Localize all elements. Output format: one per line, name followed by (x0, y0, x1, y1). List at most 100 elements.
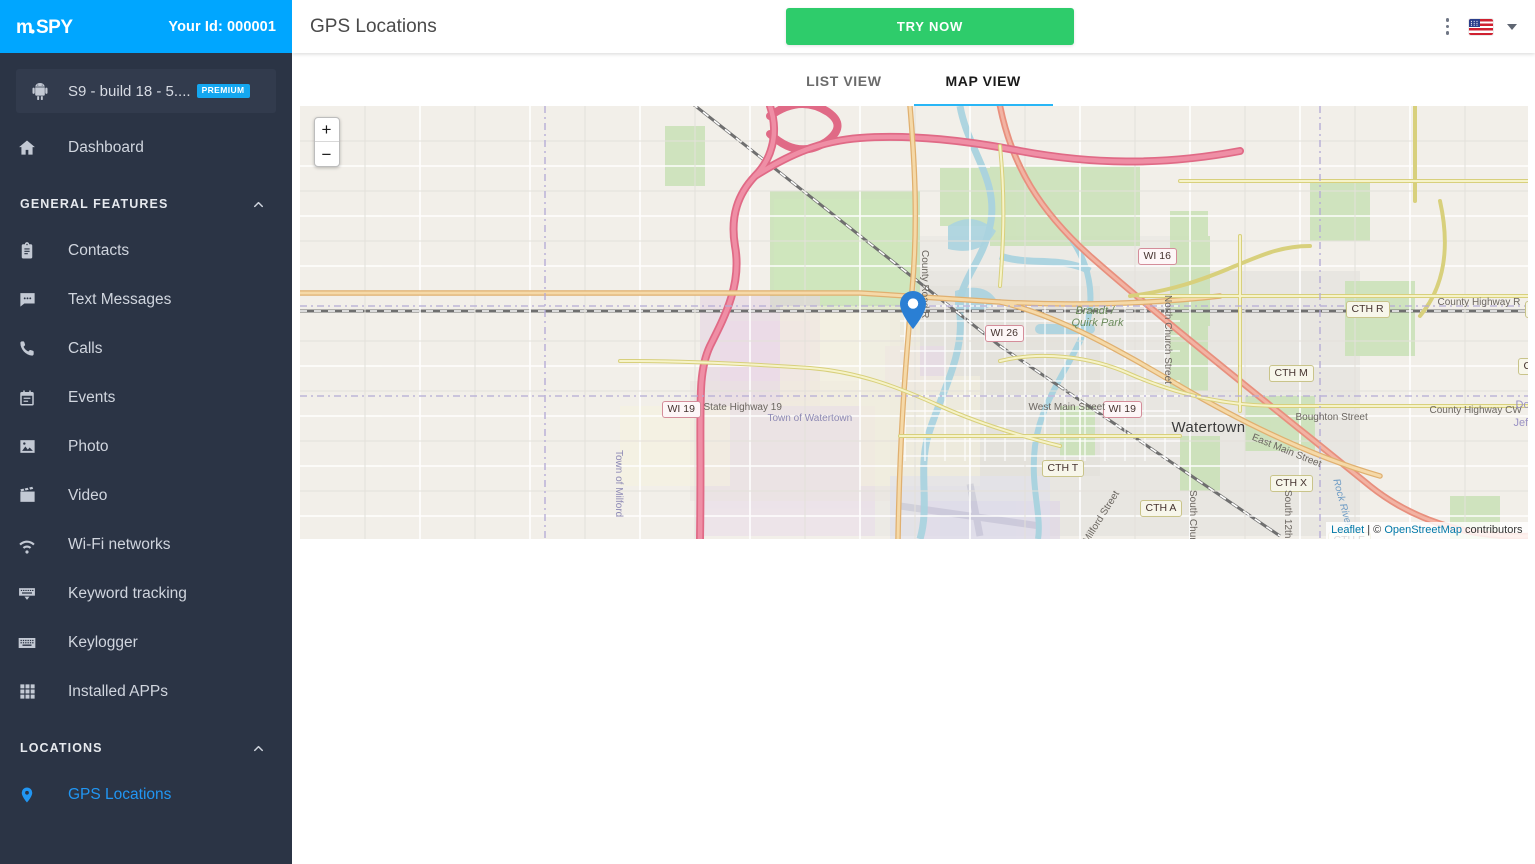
phone-icon (14, 336, 40, 362)
map-area-label: Town of Watertown (768, 414, 853, 424)
sidebar-item-label: Calls (68, 341, 102, 357)
attribution-suffix: contributors (1462, 524, 1523, 536)
premium-badge: PREMIUM (197, 84, 250, 97)
osm-link[interactable]: OpenStreetMap (1384, 524, 1462, 536)
svg-text:m: m (16, 17, 32, 38)
map-area-label: Brandt / (1076, 306, 1115, 317)
sidebar-item-label: Events (68, 390, 115, 406)
group-title: LOCATIONS (20, 741, 103, 755)
sidebar-group-general-features[interactable]: GENERAL FEATURES (0, 182, 292, 226)
sidebar-item-label: Text Messages (68, 292, 171, 308)
wifi-icon (14, 532, 40, 558)
zoom-controls: + − (314, 117, 340, 167)
sidebar-item-label: Dashboard (68, 140, 144, 156)
leaflet-map[interactable]: WI 16 WI 26 WI 19 WI 19 CTH R CTH EM CTH… (300, 106, 1528, 539)
sidebar-item-label: Wi-Fi networks (68, 537, 170, 553)
logo-icon: m SPY (16, 16, 90, 38)
map-shield: WI 19 (662, 401, 701, 418)
map-shield: CTH EM (1525, 301, 1528, 318)
home-icon (14, 135, 40, 161)
sidebar-item-label: Keyword tracking (68, 586, 187, 602)
view-tabs: LIST VIEW MAP VIEW (292, 53, 1535, 106)
sidebar-nav: Dashboard GENERAL FEATURES Contacts Text… (0, 119, 292, 864)
sidebar-item-keylogger[interactable]: Keylogger (0, 618, 292, 667)
map-street-label: Boughton Street (1296, 413, 1368, 423)
group-title: GENERAL FEATURES (20, 197, 168, 211)
apps-grid-icon (14, 679, 40, 705)
tab-map-view[interactable]: MAP VIEW (914, 74, 1053, 106)
sidebar-item-installed-apps[interactable]: Installed APPs (0, 667, 292, 716)
map-shield: WI 26 (985, 325, 1024, 342)
map-container: WI 16 WI 26 WI 19 WI 19 CTH R CTH EM CTH… (300, 106, 1528, 539)
sidebar-item-label: Keylogger (68, 635, 138, 651)
sidebar-item-label: Video (68, 488, 107, 504)
sidebar-item-text-messages[interactable]: Text Messages (0, 275, 292, 324)
topbar-actions (1440, 14, 1518, 39)
device-name: S9 - build 18 - 5.... (68, 83, 191, 100)
android-icon (26, 82, 54, 100)
map-area-label: Jefferson County (1514, 418, 1528, 429)
device-selector[interactable]: S9 - build 18 - 5.... PREMIUM (16, 69, 276, 113)
sidebar-item-video[interactable]: Video (0, 471, 292, 520)
sidebar: m SPY Your Id: 000001 S9 - build 18 - 5.… (0, 0, 292, 864)
sidebar-item-dashboard[interactable]: Dashboard (0, 123, 292, 172)
map-street-label: West Main Street (1029, 403, 1106, 413)
map-shield: CTH T (1042, 460, 1085, 477)
map-street-label: County Highway R (1438, 298, 1521, 308)
calendar-icon (14, 385, 40, 411)
account-id: Your Id: 000001 (168, 19, 276, 35)
map-area-label: Town of Milford (613, 450, 623, 517)
main-area: GPS Locations TRY NOW LIST VIEW MAP VIEW (292, 0, 1535, 864)
tab-list-view[interactable]: LIST VIEW (774, 74, 913, 106)
page-title: GPS Locations (310, 16, 437, 38)
sidebar-item-label: GPS Locations (68, 787, 171, 803)
video-icon (14, 483, 40, 509)
app-root: m SPY Your Id: 000001 S9 - build 18 - 5.… (0, 0, 1535, 864)
attribution-separator: | © (1364, 524, 1384, 536)
sidebar-group-locations[interactable]: LOCATIONS (0, 726, 292, 770)
content-card: LIST VIEW MAP VIEW (292, 53, 1535, 864)
map-shield: CTH A (1140, 500, 1183, 517)
map-shield: CTH EM (1518, 358, 1528, 375)
map-shield: WI 16 (1138, 248, 1177, 265)
sidebar-item-calls[interactable]: Calls (0, 324, 292, 373)
sidebar-item-wifi-networks[interactable]: Wi-Fi networks (0, 520, 292, 569)
sidebar-item-gps-locations[interactable]: GPS Locations (0, 770, 292, 819)
map-street-label: South Church Street (1187, 490, 1197, 539)
map-street-label: North Church Street (1162, 295, 1172, 384)
more-vertical-icon[interactable] (1440, 14, 1456, 39)
zoom-out-button[interactable]: − (315, 142, 339, 166)
map-pin-marker-icon (900, 291, 926, 329)
leaflet-link[interactable]: Leaflet (1331, 524, 1364, 536)
map-shield: CTH M (1269, 365, 1314, 382)
map-street-label: State Highway 19 (704, 403, 782, 413)
sidebar-item-label: Photo (68, 439, 109, 455)
chevron-up-icon (251, 741, 266, 756)
map-attribution: Leaflet | © OpenStreetMap contributors (1326, 522, 1527, 539)
chevron-down-icon[interactable] (1507, 24, 1517, 30)
sidebar-item-keyword-tracking[interactable]: Keyword tracking (0, 569, 292, 618)
sidebar-item-contacts[interactable]: Contacts (0, 226, 292, 275)
map-place-label: Watertown (1172, 420, 1246, 435)
map-street-label: County Highway CW (1430, 406, 1522, 416)
image-icon (14, 434, 40, 460)
contacts-icon (14, 238, 40, 264)
brand-bar: m SPY Your Id: 000001 (0, 0, 292, 53)
map-street-label: South 12th Street (1282, 490, 1292, 539)
map-area-label: Dodge County (1516, 400, 1528, 411)
map-pin-marker[interactable] (900, 291, 926, 329)
zoom-in-button[interactable]: + (315, 118, 339, 142)
map-area-label: Quirk Park (1072, 318, 1124, 329)
map-shield: CTH R (1346, 301, 1390, 318)
try-now-button[interactable]: TRY NOW (786, 8, 1074, 45)
mspy-logo[interactable]: m SPY (16, 16, 90, 38)
sidebar-item-photo[interactable]: Photo (0, 422, 292, 471)
chevron-up-icon (251, 197, 266, 212)
sidebar-item-events[interactable]: Events (0, 373, 292, 422)
svg-text:SPY: SPY (36, 17, 73, 38)
map-shield: WI 19 (1103, 401, 1142, 418)
sidebar-item-label: Contacts (68, 243, 129, 259)
map-pin-icon (14, 782, 40, 808)
keyboard-icon (14, 630, 40, 656)
us-flag-icon[interactable] (1469, 19, 1493, 35)
